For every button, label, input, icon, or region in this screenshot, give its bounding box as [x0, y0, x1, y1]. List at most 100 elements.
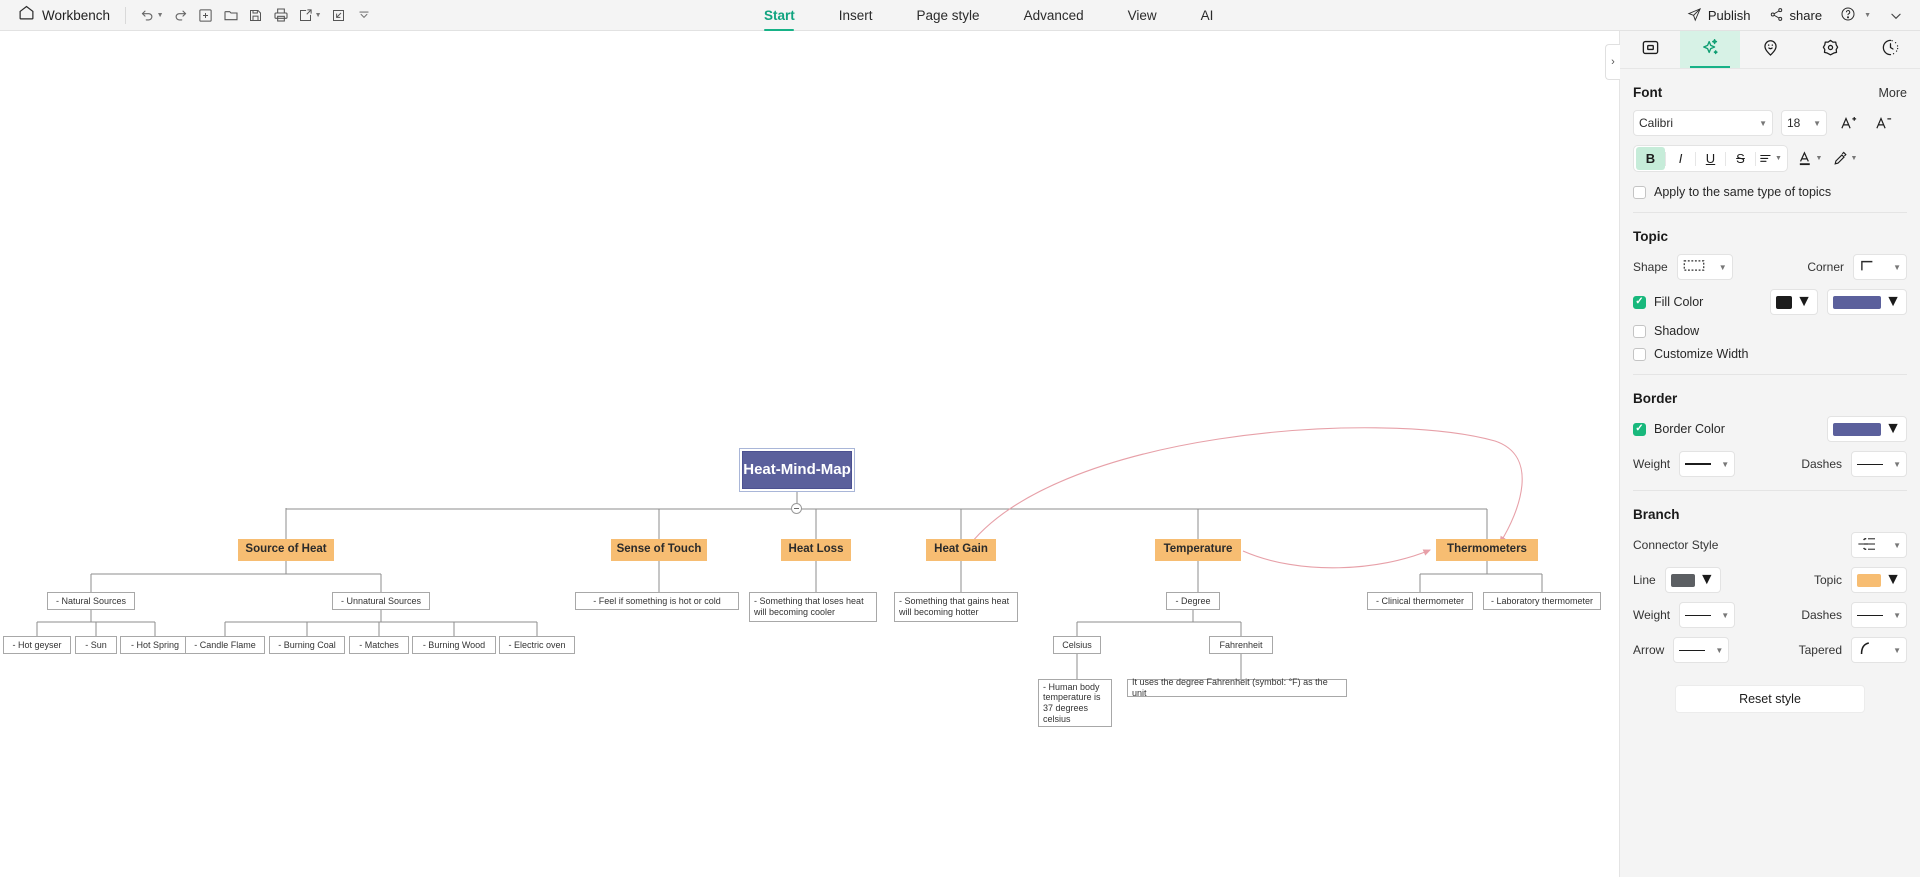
- underline-button[interactable]: U: [1696, 147, 1725, 170]
- sub-topic-celsius[interactable]: Celsius: [1053, 636, 1101, 654]
- text-color-button[interactable]: ▼: [1796, 146, 1823, 172]
- branch-tapered-select[interactable]: ▼: [1851, 637, 1907, 663]
- print-icon[interactable]: [268, 3, 293, 28]
- main-topic-temperature[interactable]: Temperature: [1155, 539, 1241, 561]
- sub-topic-feel-hot-or-cold[interactable]: - Feel if something is hot or cold: [575, 592, 739, 610]
- sub-topic-burning-wood[interactable]: - Burning Wood: [412, 636, 496, 654]
- branch-arrow-select[interactable]: ▼: [1673, 637, 1730, 663]
- history-panel-tab[interactable]: [1860, 31, 1920, 68]
- root-topic-node[interactable]: Heat-Mind-Map: [740, 449, 854, 491]
- undo-icon[interactable]: ▼: [135, 3, 168, 28]
- customize-width-checkbox[interactable]: [1633, 347, 1646, 361]
- main-topic-source-of-heat[interactable]: Source of Heat: [238, 539, 334, 561]
- new-icon[interactable]: [193, 3, 218, 28]
- branch-weight-select[interactable]: ▼: [1679, 602, 1736, 628]
- mindmap-canvas[interactable]: Heat-Mind-Map Source of Heat Sense of To…: [0, 31, 1620, 877]
- sub-topic-laboratory-thermometer[interactable]: - Laboratory thermometer: [1483, 592, 1601, 610]
- fill-color-checkbox[interactable]: [1633, 295, 1646, 309]
- sub-topic-gains-heat[interactable]: - Something that gains heat will becomin…: [894, 592, 1018, 622]
- sub-topic-degree[interactable]: - Degree: [1166, 592, 1220, 610]
- panel-toggle-button[interactable]: ›: [1605, 44, 1620, 80]
- export-icon[interactable]: ▼: [293, 3, 326, 28]
- sub-topic-label: - Electric oven: [508, 639, 566, 650]
- tab-advanced[interactable]: Advanced: [1002, 0, 1106, 31]
- import-icon[interactable]: [326, 3, 351, 28]
- sticker-panel-tab[interactable]: [1740, 31, 1800, 68]
- ai-style-panel-tab[interactable]: [1680, 31, 1740, 68]
- save-icon[interactable]: [243, 3, 268, 28]
- tab-ai[interactable]: AI: [1179, 0, 1236, 31]
- publish-button[interactable]: Publish: [1680, 4, 1758, 28]
- main-topic-thermometers[interactable]: Thermometers: [1436, 539, 1538, 561]
- sub-topic-human-body-temperature[interactable]: - Human body temperature is 37 degrees c…: [1038, 679, 1112, 727]
- main-topic-label: Source of Heat: [245, 543, 327, 556]
- font-size-select[interactable]: 18 ▼: [1781, 110, 1827, 136]
- shape-panel-tab[interactable]: [1620, 31, 1680, 68]
- corner-select[interactable]: ▼: [1853, 254, 1907, 280]
- main-topic-heat-gain[interactable]: Heat Gain: [926, 539, 996, 561]
- more-chevron-icon[interactable]: [351, 3, 376, 28]
- collapse-ribbon-button[interactable]: [1882, 6, 1910, 26]
- main-topic-sense-of-touch[interactable]: Sense of Touch: [611, 539, 707, 561]
- sub-topic-hot-geyser[interactable]: - Hot geyser: [3, 636, 71, 654]
- border-weight-select[interactable]: ▼: [1679, 451, 1736, 477]
- help-button[interactable]: ▼: [1833, 3, 1878, 28]
- redo-icon[interactable]: [168, 3, 193, 28]
- font-family-select[interactable]: Calibri ▼: [1633, 110, 1773, 136]
- root-collapse-toggle[interactable]: [791, 503, 802, 514]
- strikethrough-button[interactable]: S: [1726, 147, 1755, 170]
- chevron-right-icon: ›: [1611, 56, 1615, 68]
- sub-topic-candle-flame[interactable]: - Candle Flame: [185, 636, 265, 654]
- text-format-row: B I U S ▼ ▼ ▼: [1633, 145, 1907, 172]
- text-align-button[interactable]: ▼: [1756, 147, 1785, 170]
- branch-dashes-select[interactable]: ▼: [1851, 602, 1907, 628]
- sub-topic-label: It uses the degree Fahrenheit (symbol: °…: [1132, 677, 1331, 698]
- sub-topic-fahrenheit-unit[interactable]: It uses the degree Fahrenheit (symbol: °…: [1127, 677, 1347, 698]
- sub-topic-label: - Burning Coal: [278, 639, 336, 650]
- highlight-color-button[interactable]: ▼: [1831, 146, 1858, 172]
- send-icon: [1687, 7, 1702, 25]
- connector-style-select[interactable]: ▼: [1851, 532, 1907, 558]
- tab-start[interactable]: Start: [742, 0, 817, 31]
- tab-page-style[interactable]: Page style: [895, 0, 1002, 31]
- sub-topic-unnatural-sources[interactable]: - Unnatural Sources: [332, 592, 430, 610]
- shape-select[interactable]: ▼: [1676, 254, 1733, 280]
- workbench-home-button[interactable]: Workbench: [12, 2, 116, 28]
- main-topic-heat-loss[interactable]: Heat Loss: [781, 539, 851, 561]
- badge-panel-tab[interactable]: [1800, 31, 1860, 68]
- fill-color-select[interactable]: ▼: [1827, 289, 1907, 315]
- sub-topic-electric-oven[interactable]: - Electric oven: [499, 636, 575, 654]
- sub-topic-label: - Natural Sources: [55, 595, 127, 606]
- sub-topic-hot-spring[interactable]: - Hot Spring: [120, 636, 190, 654]
- sub-topic-fahrenheit[interactable]: Fahrenheit: [1209, 636, 1273, 654]
- border-color-checkbox[interactable]: [1633, 422, 1646, 436]
- branch-line-color-select[interactable]: ▼: [1664, 567, 1721, 593]
- sub-topic-loses-heat[interactable]: - Something that loses heat will becomin…: [749, 592, 877, 622]
- line-dash-preview: [1857, 463, 1883, 465]
- sub-topic-burning-coal[interactable]: - Burning Coal: [269, 636, 345, 654]
- branch-topic-color-select[interactable]: ▼: [1851, 567, 1907, 593]
- reset-style-button[interactable]: Reset style: [1675, 685, 1865, 713]
- sub-topic-matches[interactable]: - Matches: [349, 636, 409, 654]
- font-more-button[interactable]: More: [1879, 86, 1907, 100]
- shadow-checkbox[interactable]: [1633, 324, 1646, 338]
- bold-button[interactable]: B: [1636, 147, 1665, 170]
- share-button[interactable]: share: [1762, 4, 1830, 28]
- arrow-preview: [1679, 649, 1706, 651]
- sub-topic-sun[interactable]: - Sun: [75, 636, 117, 654]
- apply-same-checkbox[interactable]: [1633, 185, 1646, 199]
- border-dashes-select[interactable]: ▼: [1851, 451, 1907, 477]
- sub-topic-clinical-thermometer[interactable]: - Clinical thermometer: [1367, 592, 1473, 610]
- border-color-swatch: [1833, 422, 1882, 436]
- dashed-rect-icon: [1683, 259, 1705, 275]
- fill-pattern-select[interactable]: ▼: [1770, 289, 1818, 315]
- italic-button[interactable]: I: [1666, 147, 1695, 170]
- sub-topic-natural-sources[interactable]: - Natural Sources: [47, 592, 135, 610]
- decrease-font-size-button[interactable]: [1870, 110, 1897, 136]
- tab-insert[interactable]: Insert: [817, 0, 895, 31]
- border-color-select[interactable]: ▼: [1827, 416, 1907, 442]
- open-folder-icon[interactable]: [218, 3, 243, 28]
- tab-view[interactable]: View: [1106, 0, 1179, 31]
- apply-same-row: Apply to the same type of topics: [1633, 185, 1907, 199]
- increase-font-size-button[interactable]: [1835, 110, 1862, 136]
